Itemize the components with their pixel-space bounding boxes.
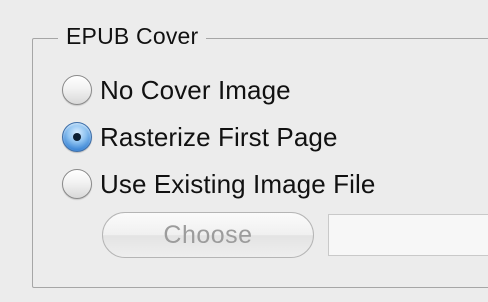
radio-label: Rasterize First Page: [100, 122, 338, 152]
radio-use-existing-image-file[interactable]: Use Existing Image File: [62, 166, 375, 202]
radio-rasterize-first-page[interactable]: Rasterize First Page: [62, 119, 338, 155]
radio-label: Use Existing Image File: [100, 169, 376, 199]
group-title: EPUB Cover: [58, 21, 207, 51]
radio-button-icon[interactable]: [62, 169, 92, 199]
image-path-field[interactable]: [328, 214, 488, 256]
radio-label: No Cover Image: [100, 75, 291, 105]
radio-button-icon[interactable]: [62, 75, 92, 105]
choose-button[interactable]: Choose: [102, 212, 314, 258]
radio-button-selected-icon[interactable]: [62, 122, 92, 152]
radio-no-cover-image[interactable]: No Cover Image: [62, 72, 291, 108]
